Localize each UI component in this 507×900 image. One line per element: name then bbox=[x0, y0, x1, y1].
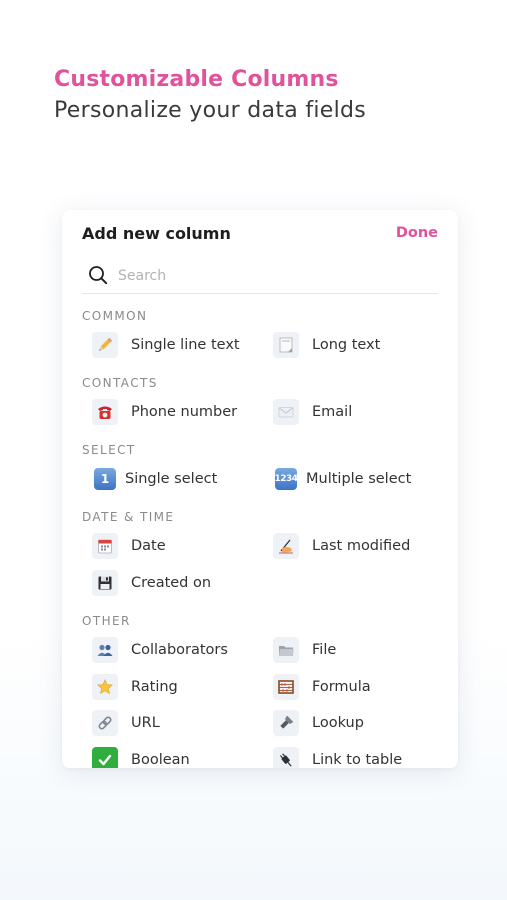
plug-icon bbox=[273, 747, 299, 768]
abacus-icon bbox=[273, 674, 299, 700]
column-type-email[interactable]: Email bbox=[273, 399, 352, 425]
done-button[interactable]: Done bbox=[396, 225, 438, 241]
column-type-single-line-text[interactable]: Single line text bbox=[92, 332, 240, 358]
flashlight-icon bbox=[273, 710, 299, 736]
column-type-label: URL bbox=[131, 715, 160, 731]
add-column-dialog: Add new column Done COMMON Single line t… bbox=[62, 210, 458, 768]
section-label-select: SELECT bbox=[82, 443, 136, 457]
folder-icon bbox=[273, 637, 299, 663]
column-type-last-modified[interactable]: Last modified bbox=[273, 533, 410, 559]
column-type-label: Boolean bbox=[131, 752, 190, 768]
column-type-label: Date bbox=[131, 538, 166, 554]
column-type-date[interactable]: Date bbox=[92, 533, 166, 559]
column-type-label: Last modified bbox=[312, 538, 411, 554]
search-bar bbox=[82, 260, 438, 294]
column-type-label: Lookup bbox=[312, 715, 364, 731]
column-type-long-text[interactable]: Long text bbox=[273, 332, 380, 358]
column-type-url[interactable]: URL bbox=[92, 710, 160, 736]
pencil-icon bbox=[92, 332, 118, 358]
section-label-contacts: CONTACTS bbox=[82, 376, 158, 390]
dialog-title: Add new column bbox=[82, 224, 231, 243]
column-type-phone-number[interactable]: Phone number bbox=[92, 399, 237, 425]
column-type-label: Single select bbox=[125, 471, 218, 487]
search-input[interactable] bbox=[118, 263, 418, 289]
column-type-label: File bbox=[312, 642, 337, 658]
check-box-icon bbox=[92, 747, 118, 768]
keycap-one-icon: 1 bbox=[94, 468, 116, 490]
floppy-disk-icon bbox=[92, 570, 118, 596]
page-icon bbox=[273, 332, 299, 358]
search-icon bbox=[89, 266, 108, 285]
column-type-link-to-table[interactable]: Link to table bbox=[273, 747, 402, 768]
section-label-other: OTHER bbox=[82, 614, 131, 628]
column-type-label: Single line text bbox=[131, 337, 240, 353]
column-type-label: Formula bbox=[312, 679, 371, 695]
hero-title: Customizable Columns bbox=[54, 67, 339, 92]
column-type-label: Multiple select bbox=[306, 471, 412, 487]
keycap-numbers-icon: 1234 bbox=[274, 468, 298, 490]
column-type-label: Email bbox=[312, 404, 353, 420]
link-icon bbox=[92, 710, 118, 736]
people-icon bbox=[92, 637, 118, 663]
column-type-file[interactable]: File bbox=[273, 637, 336, 663]
writing-hand-icon bbox=[273, 533, 299, 559]
column-type-multiple-select[interactable]: 1234 Multiple select bbox=[273, 466, 411, 492]
hero: Customizable Columns Personalize your da… bbox=[54, 64, 366, 126]
column-type-label: Phone number bbox=[131, 404, 238, 420]
hero-subtitle: Personalize your data fields bbox=[54, 98, 367, 123]
section-label-common: COMMON bbox=[82, 309, 148, 323]
column-type-label: Long text bbox=[312, 337, 381, 353]
column-type-single-select[interactable]: 1 Single select bbox=[92, 466, 217, 492]
calendar-icon bbox=[92, 533, 118, 559]
column-type-label: Link to table bbox=[312, 752, 403, 768]
section-label-date-time: DATE & TIME bbox=[82, 510, 175, 524]
column-type-formula[interactable]: Formula bbox=[273, 674, 371, 700]
column-type-boolean[interactable]: Boolean bbox=[92, 747, 190, 768]
star-icon bbox=[92, 674, 118, 700]
column-type-rating[interactable]: Rating bbox=[92, 674, 178, 700]
column-type-lookup[interactable]: Lookup bbox=[273, 710, 364, 736]
dialog-header: Add new column Done bbox=[82, 224, 438, 248]
column-type-label: Collaborators bbox=[131, 642, 228, 658]
telephone-icon bbox=[92, 399, 118, 425]
column-type-created-on[interactable]: Created on bbox=[92, 570, 211, 596]
column-type-label: Created on bbox=[131, 575, 212, 591]
column-type-collaborators[interactable]: Collaborators bbox=[92, 637, 228, 663]
column-type-label: Rating bbox=[131, 679, 178, 695]
envelope-icon bbox=[273, 399, 299, 425]
